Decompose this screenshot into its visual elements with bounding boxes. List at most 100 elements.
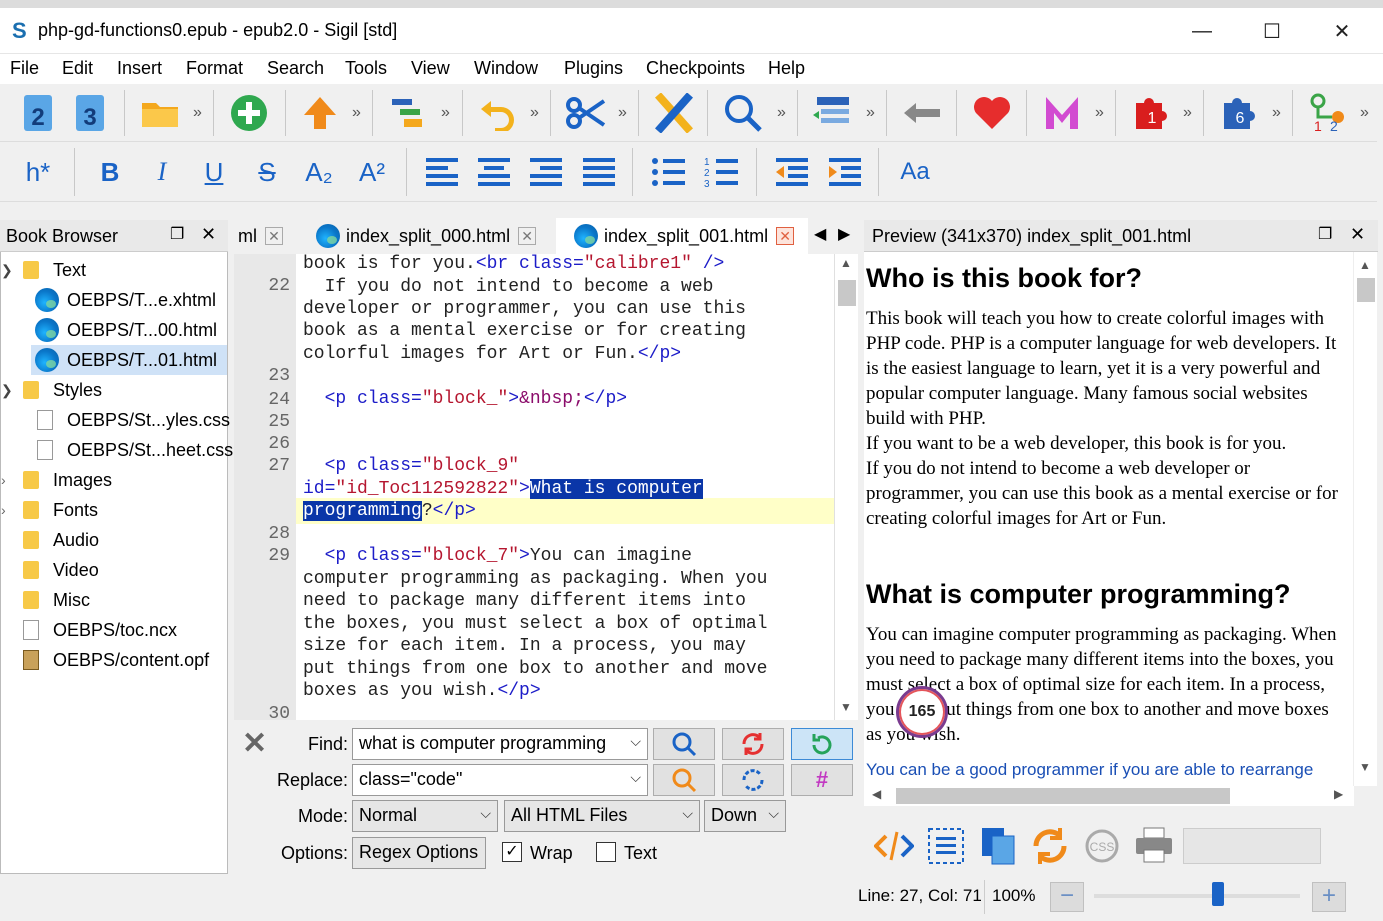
cut-icon[interactable]	[564, 91, 608, 135]
checkpoint-icon[interactable]: 12	[1306, 91, 1350, 135]
menu-file[interactable]: File	[10, 58, 39, 79]
close-tab-icon[interactable]: ✕	[518, 227, 537, 245]
numbered-list-icon[interactable]: 123	[700, 150, 744, 194]
count-all-button[interactable]	[722, 764, 784, 796]
toolbar-overflow-icon[interactable]: »	[1095, 104, 1104, 122]
scroll-left-icon[interactable]: ◀	[872, 787, 881, 801]
tree-item-html-selected[interactable]: OEBPS/T...01.html	[31, 345, 227, 375]
scroll-down-icon[interactable]: ▼	[840, 700, 852, 714]
tab-index-split-000[interactable]: index_split_000.html ✕	[310, 218, 554, 254]
scrollbar-thumb[interactable]	[1357, 278, 1375, 302]
spellcheck-icon[interactable]	[652, 91, 696, 135]
underline-button[interactable]: U	[192, 150, 236, 194]
toolbar-overflow-icon[interactable]: »	[866, 104, 875, 122]
undo-icon[interactable]	[476, 91, 520, 135]
zoom-slider-thumb[interactable]	[1211, 882, 1224, 906]
scroll-up-icon[interactable]: ▲	[840, 256, 852, 270]
float-panel-icon[interactable]: ❐	[1318, 224, 1332, 244]
heading-level-button[interactable]: h*	[16, 150, 60, 194]
tree-item-opf[interactable]: OEBPS/content.opf	[23, 645, 209, 675]
maximize-button[interactable]: ☐	[1237, 8, 1307, 54]
mode-select[interactable]: Normal ⌵	[352, 800, 498, 832]
scroll-down-icon[interactable]: ▼	[1359, 760, 1371, 774]
back-arrow-icon[interactable]	[900, 91, 944, 135]
close-button[interactable]: ✕	[1307, 8, 1377, 54]
tree-folder-images[interactable]: › Images	[1, 465, 112, 495]
minimize-button[interactable]: —	[1167, 8, 1237, 54]
tree-folder-fonts[interactable]: › Fonts	[1, 495, 98, 525]
chevron-down-icon[interactable]: ⌵	[768, 805, 779, 822]
italic-button[interactable]: I	[140, 150, 184, 194]
plugin-6-icon[interactable]: 6	[1218, 91, 1262, 135]
increase-indent-icon[interactable]	[823, 150, 867, 194]
tab-scroll-right-icon[interactable]: ▶	[838, 224, 850, 244]
toolbar-overflow-icon[interactable]: »	[352, 104, 361, 122]
chevron-down-icon[interactable]: ⌵	[630, 769, 641, 786]
strikethrough-button[interactable]: S	[245, 150, 289, 194]
wrap-checkbox[interactable]: ✓	[502, 842, 522, 862]
menu-search[interactable]: Search	[267, 58, 324, 79]
print-icon[interactable]	[1134, 826, 1174, 871]
close-panel-icon[interactable]: ✕	[201, 224, 216, 245]
split-icon[interactable]	[386, 91, 430, 135]
toolbar-overflow-icon[interactable]: »	[1272, 104, 1281, 122]
count-button[interactable]: #	[791, 764, 853, 796]
menu-view[interactable]: View	[411, 58, 450, 79]
tree-folder-misc[interactable]: Misc	[23, 585, 90, 615]
tree-folder-audio[interactable]: Audio	[23, 525, 99, 555]
expand-arrow-icon[interactable]: ❯	[1, 262, 21, 279]
subscript-button[interactable]: A₂	[297, 150, 341, 194]
chevron-down-icon[interactable]: ⌵	[480, 805, 491, 822]
inspect-code-icon[interactable]	[873, 826, 915, 871]
collapsed-arrow-icon[interactable]: ›	[1, 472, 21, 488]
toggle-css-icon[interactable]: CSS	[1082, 826, 1122, 871]
close-panel-icon[interactable]: ✕	[1350, 224, 1365, 245]
find-button[interactable]	[653, 728, 715, 760]
justify-icon[interactable]	[577, 150, 621, 194]
replace-input[interactable]: class="code" ⌵	[352, 764, 648, 796]
change-case-button[interactable]: Aa	[893, 150, 937, 194]
align-center-icon[interactable]	[472, 150, 516, 194]
toolbar-overflow-icon[interactable]: »	[530, 104, 539, 122]
move-up-icon[interactable]	[298, 91, 342, 135]
preview-search-box[interactable]	[1183, 828, 1321, 864]
tree-item-ncx[interactable]: OEBPS/toc.ncx	[23, 615, 177, 645]
scope-select[interactable]: All HTML Files ⌵	[504, 800, 700, 832]
decrease-indent-icon[interactable]	[770, 150, 814, 194]
replace-all-button[interactable]	[791, 728, 853, 760]
preview-vertical-scrollbar[interactable]: ▲ ▼	[1353, 252, 1377, 786]
tree-folder-video[interactable]: Video	[23, 555, 99, 585]
heart-icon[interactable]	[970, 91, 1014, 135]
plugin-1-icon[interactable]: 1	[1130, 91, 1174, 135]
bold-button[interactable]: B	[88, 150, 132, 194]
text-checkbox[interactable]	[596, 842, 616, 862]
tab-scroll-left-icon[interactable]: ◀	[814, 224, 826, 244]
close-tab-icon[interactable]: ✕	[265, 227, 283, 245]
heading3-file-icon[interactable]: 3	[68, 91, 112, 135]
tab-index-split-001[interactable]: index_split_001.html ✕	[556, 218, 808, 254]
add-file-icon[interactable]	[227, 91, 271, 135]
tree-item-css[interactable]: OEBPS/St...heet.css	[37, 435, 233, 465]
find-icon[interactable]	[721, 91, 765, 135]
toolbar-overflow-icon[interactable]: »	[193, 104, 202, 122]
replace-current-button[interactable]	[722, 728, 784, 760]
copy-icon[interactable]	[978, 826, 1018, 871]
tree-item-css[interactable]: OEBPS/St...yles.css	[37, 405, 230, 435]
reload-icon[interactable]	[1030, 826, 1070, 871]
menu-insert[interactable]: Insert	[117, 58, 162, 79]
metadata-icon[interactable]	[1040, 91, 1084, 135]
scrollbar-thumb[interactable]	[896, 788, 1230, 804]
regex-options-button[interactable]: Regex Options	[352, 837, 486, 869]
direction-select[interactable]: Down ⌵	[704, 800, 786, 832]
menu-plugins[interactable]: Plugins	[564, 58, 623, 79]
toolbar-overflow-icon[interactable]: »	[1360, 104, 1369, 122]
select-all-icon[interactable]	[926, 826, 966, 871]
menu-checkpoints[interactable]: Checkpoints	[646, 58, 745, 79]
menu-window[interactable]: Window	[474, 58, 538, 79]
find-input[interactable]: what is computer programming ⌵	[352, 728, 648, 760]
toolbar-overflow-icon[interactable]: »	[777, 104, 786, 122]
editor-vertical-scrollbar[interactable]: ▲ ▼	[834, 254, 858, 720]
toolbar-overflow-icon[interactable]: »	[1183, 104, 1192, 122]
tree-folder-styles[interactable]: ❯ Styles	[1, 375, 102, 405]
menu-format[interactable]: Format	[186, 58, 243, 79]
